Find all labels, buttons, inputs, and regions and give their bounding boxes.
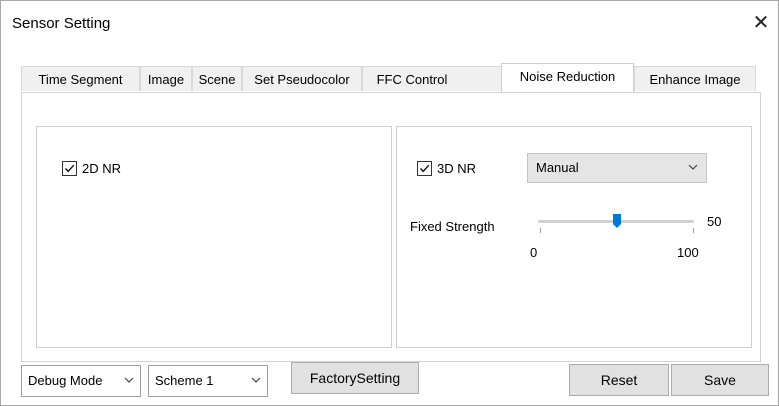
fixed-strength-value: 50 — [707, 214, 722, 229]
check-icon — [419, 164, 430, 173]
debug-mode-select[interactable]: Debug Mode — [21, 365, 141, 397]
fixed-strength-min-label: 0 — [530, 245, 538, 260]
sensor-setting-dialog: Sensor Setting ✕ Time Segment Image Scen… — [0, 0, 779, 406]
fixed-strength-max-label: 100 — [677, 245, 699, 260]
reset-button[interactable]: Reset — [569, 364, 669, 396]
3d-nr-label: 3D NR — [437, 161, 477, 176]
group-2d-nr: 2D NR — [36, 126, 392, 348]
chevron-down-icon — [120, 377, 134, 384]
3d-nr-mode-value: Manual — [536, 160, 579, 175]
factory-setting-button[interactable]: FactorySetting — [291, 362, 419, 394]
tab-set-pseudocolor[interactable]: Set Pseudocolor — [242, 66, 362, 91]
group-3d-nr: 3D NR Manual Fixed Strength 50 0 100 — [396, 126, 752, 348]
3d-nr-checkbox[interactable] — [417, 161, 432, 176]
slider-tick-min — [540, 228, 541, 233]
tab-ffc-control[interactable]: FFC Control — [362, 66, 502, 91]
chevron-down-icon — [688, 164, 698, 170]
scheme-value: Scheme 1 — [155, 373, 214, 388]
save-button[interactable]: Save — [671, 364, 769, 396]
tab-image[interactable]: Image — [140, 66, 192, 91]
2d-nr-label: 2D NR — [82, 161, 122, 176]
2d-nr-checkbox[interactable] — [62, 161, 77, 176]
tab-enhance-image[interactable]: Enhance Image — [634, 66, 756, 91]
scheme-select[interactable]: Scheme 1 — [148, 365, 268, 397]
tab-scene[interactable]: Scene — [192, 66, 242, 91]
tab-time-segment[interactable]: Time Segment — [21, 66, 140, 91]
chevron-down-icon — [251, 377, 261, 383]
tab-noise-reduction[interactable]: Noise Reduction — [501, 63, 634, 92]
check-icon — [64, 164, 75, 173]
fixed-strength-label: Fixed Strength — [410, 219, 495, 234]
slider-tick-max — [693, 228, 694, 233]
dialog-title: Sensor Setting — [12, 15, 111, 32]
close-icon[interactable]: ✕ — [749, 10, 773, 34]
3d-nr-mode-combo[interactable]: Manual — [527, 153, 707, 183]
debug-mode-value: Debug Mode — [28, 373, 103, 388]
fixed-strength-slider-thumb[interactable] — [612, 214, 621, 228]
